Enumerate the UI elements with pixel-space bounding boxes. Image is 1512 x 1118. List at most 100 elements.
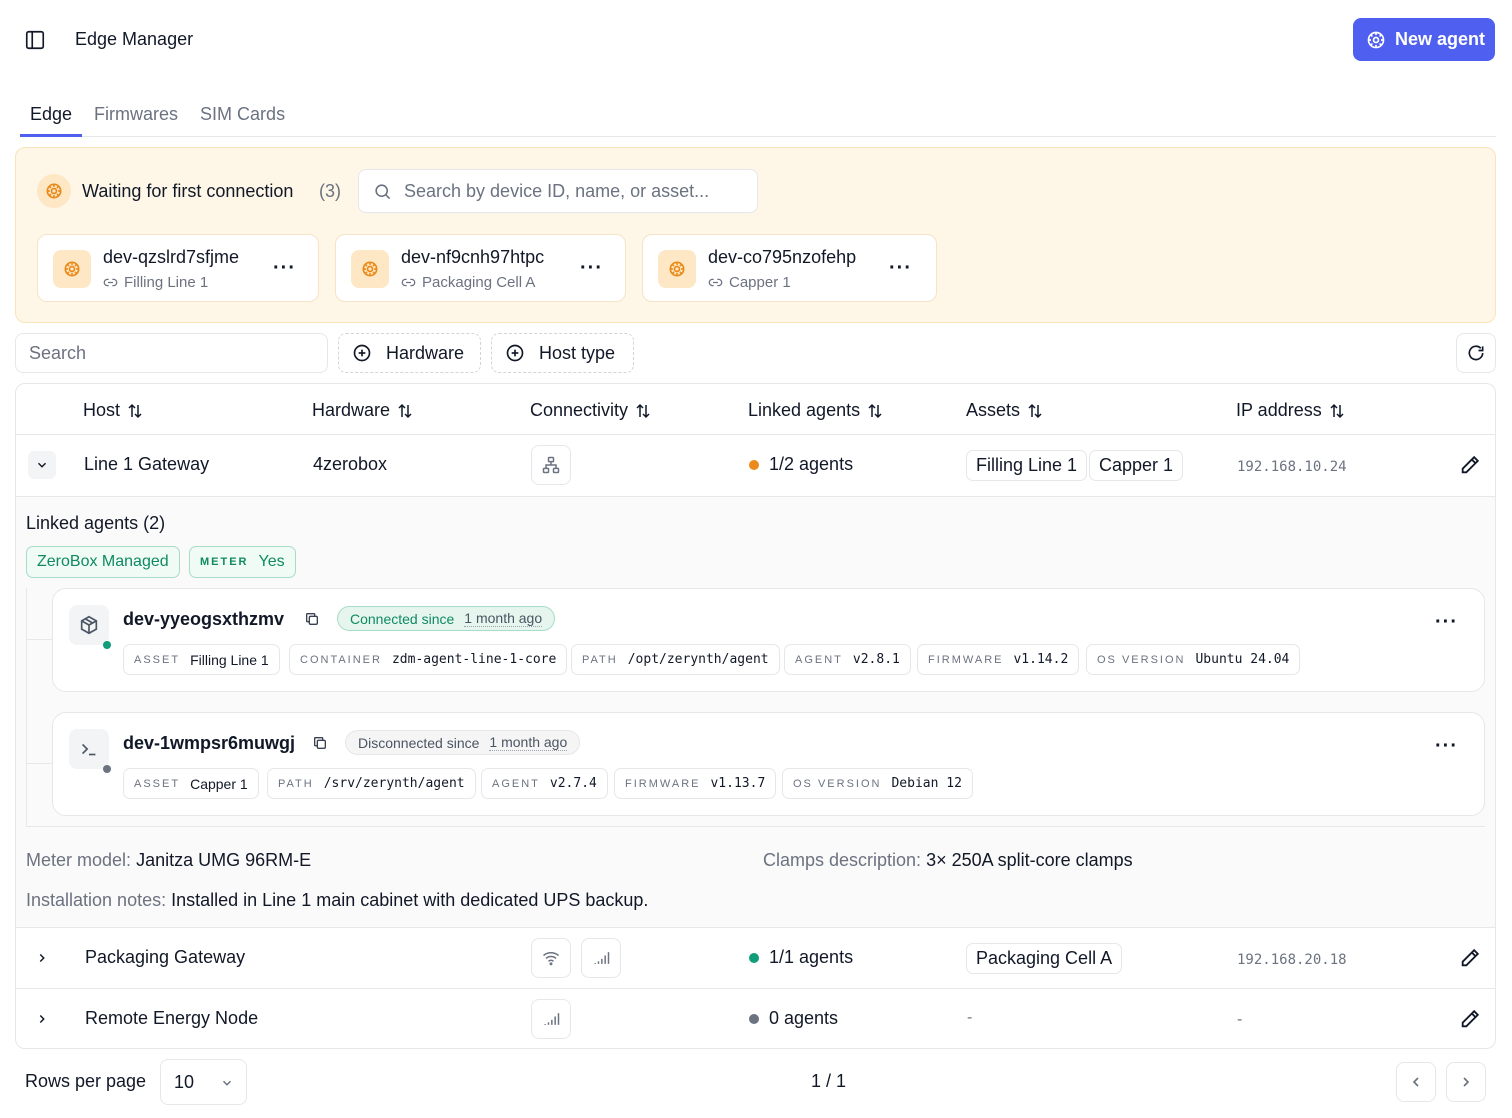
pencil-icon[interactable] [1459, 947, 1481, 969]
meta-key: ASSET [134, 777, 181, 790]
copy-icon[interactable] [312, 735, 328, 751]
meta-key: PATH [278, 777, 314, 790]
prev-page-button[interactable] [1396, 1062, 1436, 1102]
status-dot [749, 953, 759, 963]
col-connectivity[interactable]: Connectivity [530, 400, 652, 421]
more-icon[interactable]: ··· [1435, 735, 1458, 758]
link-icon [103, 275, 118, 290]
meta-key: OS VERSION [793, 777, 882, 790]
more-icon[interactable]: ··· [1435, 611, 1458, 634]
tab-edge[interactable]: Edge [20, 100, 83, 137]
chevron-down-icon [35, 458, 49, 472]
agent-id: dev-1wmpsr6muwgj [123, 733, 296, 753]
status-dot [749, 1014, 759, 1024]
connection-status-ago: 1 month ago [489, 734, 568, 751]
agent-icon [53, 250, 91, 288]
meta-value: Filling Line 1 [190, 651, 269, 668]
connection-status-label: Connected since [350, 610, 455, 627]
link-icon [401, 275, 416, 290]
pencil-icon[interactable] [1459, 454, 1481, 476]
plus-circle-icon [352, 343, 372, 363]
expand-row-button[interactable] [28, 1005, 56, 1033]
ip-empty: - [1237, 1011, 1243, 1028]
refresh-button[interactable] [1456, 333, 1496, 373]
app-title: Edge Manager [75, 29, 194, 49]
table-search-placeholder: Search [29, 342, 87, 363]
meta-container: CONTAINER zdm-agent-line-1-core [289, 644, 568, 675]
divider [16, 496, 1495, 497]
more-icon[interactable]: ··· [580, 257, 603, 280]
tab-firmwares[interactable]: Firmwares [84, 100, 188, 137]
plus-circle-icon [505, 343, 525, 363]
meta-value: /srv/zerynth/agent [323, 776, 465, 791]
table-search-input[interactable]: Search [15, 333, 328, 373]
hardware-name: 4zerobox [313, 454, 388, 474]
col-ip-address[interactable]: IP address [1236, 400, 1346, 421]
meta-key: ASSET [134, 653, 181, 666]
tree-line [26, 639, 52, 640]
col-linked-agents[interactable]: Linked agents [748, 400, 884, 421]
divider [16, 988, 1495, 989]
host-name: Packaging Gateway [85, 947, 246, 967]
waiting-device-card[interactable]: dev-qzslrd7sfjme Filling Line 1 ··· [37, 234, 319, 302]
waiting-device-card[interactable]: dev-co795nzofehp Capper 1 ··· [642, 234, 937, 302]
host-type-filter-button[interactable]: Host type [491, 333, 634, 373]
rows-per-page-select[interactable]: 10 [160, 1059, 247, 1105]
col-assets[interactable]: Assets [966, 400, 1044, 421]
device-asset-label: Filling Line 1 [124, 274, 209, 291]
tree-line [26, 763, 52, 764]
new-agent-button[interactable]: New agent [1353, 18, 1495, 61]
agent-icon [351, 250, 389, 288]
device-id: dev-qzslrd7sfjme [103, 247, 240, 267]
asset-chip: Capper 1 [1089, 450, 1184, 481]
ip-address: 192.168.10.24 [1237, 459, 1347, 475]
meter-model: Meter model: Janitza UMG 96RM-E [26, 850, 311, 871]
meter-badge-value: Yes [258, 553, 285, 570]
sort-icon [634, 402, 652, 420]
host-name: Remote Energy Node [85, 1008, 259, 1028]
meta-key: AGENT [795, 653, 843, 666]
meta-agent: AGENT v2.8.1 [784, 644, 911, 675]
hardware-filter-label: Hardware [386, 342, 465, 363]
col-hardware[interactable]: Hardware [312, 400, 414, 421]
new-agent-label: New agent [1395, 29, 1486, 49]
chevron-right-icon [1458, 1074, 1474, 1090]
hardware-filter-button[interactable]: Hardware [338, 333, 481, 373]
waiting-search-input[interactable]: Search by device ID, name, or asset... [358, 169, 758, 213]
more-icon[interactable]: ··· [273, 257, 296, 280]
device-asset: Capper 1 [708, 274, 791, 291]
col-hardware-label: Hardware [312, 400, 391, 420]
waiting-device-card[interactable]: dev-nf9cnh97htpc Packaging Cell A ··· [335, 234, 626, 302]
sort-icon [866, 402, 884, 420]
meta-path: PATH/opt/zerynth/agent [571, 644, 780, 675]
agent-icon [1366, 30, 1386, 50]
rows-per-page-label: Rows per page [25, 1071, 147, 1091]
meter-model-value: Janitza UMG 96RM-E [136, 850, 312, 870]
sidebar-toggle-icon[interactable] [24, 29, 46, 51]
more-icon[interactable]: ··· [889, 257, 912, 280]
next-page-button[interactable] [1446, 1062, 1486, 1102]
expanded-host-details: Linked agents (2) ZeroBox Managed METER Y… [16, 496, 1495, 927]
copy-icon[interactable] [304, 611, 320, 627]
app-header: Edge Manager New agent [0, 0, 1512, 80]
agent-icon [37, 174, 71, 208]
tab-sim-cards[interactable]: SIM Cards [190, 100, 295, 137]
sort-icon [1026, 402, 1044, 420]
pencil-icon[interactable] [1459, 1008, 1481, 1030]
agent-card[interactable]: dev-1wmpsr6muwgj Disconnected since 1 mon… [52, 712, 1485, 816]
terminal-icon [69, 729, 109, 769]
divider [16, 927, 1495, 928]
sort-icon [396, 402, 414, 420]
meta-key: FIRMWARE [928, 653, 1004, 666]
meta-agent: AGENT v2.7.4 [481, 768, 608, 799]
hosts-table: Host Hardware Connectivity Linked agents… [15, 383, 1496, 1049]
meta-value: v1.14.2 [1013, 652, 1069, 667]
col-host[interactable]: Host [83, 400, 144, 421]
installation-notes: Installation notes: Installed in Line 1 … [26, 890, 648, 911]
waiting-search-placeholder: Search by device ID, name, or asset... [404, 180, 710, 201]
expand-row-button[interactable] [28, 944, 56, 972]
agent-card[interactable]: dev-yyeogsxthzmv Connected since 1 month … [52, 588, 1485, 692]
device-asset: Packaging Cell A [401, 274, 535, 291]
collapse-row-button[interactable] [28, 451, 56, 479]
meta-value: Ubuntu 24.04 [1195, 652, 1290, 667]
